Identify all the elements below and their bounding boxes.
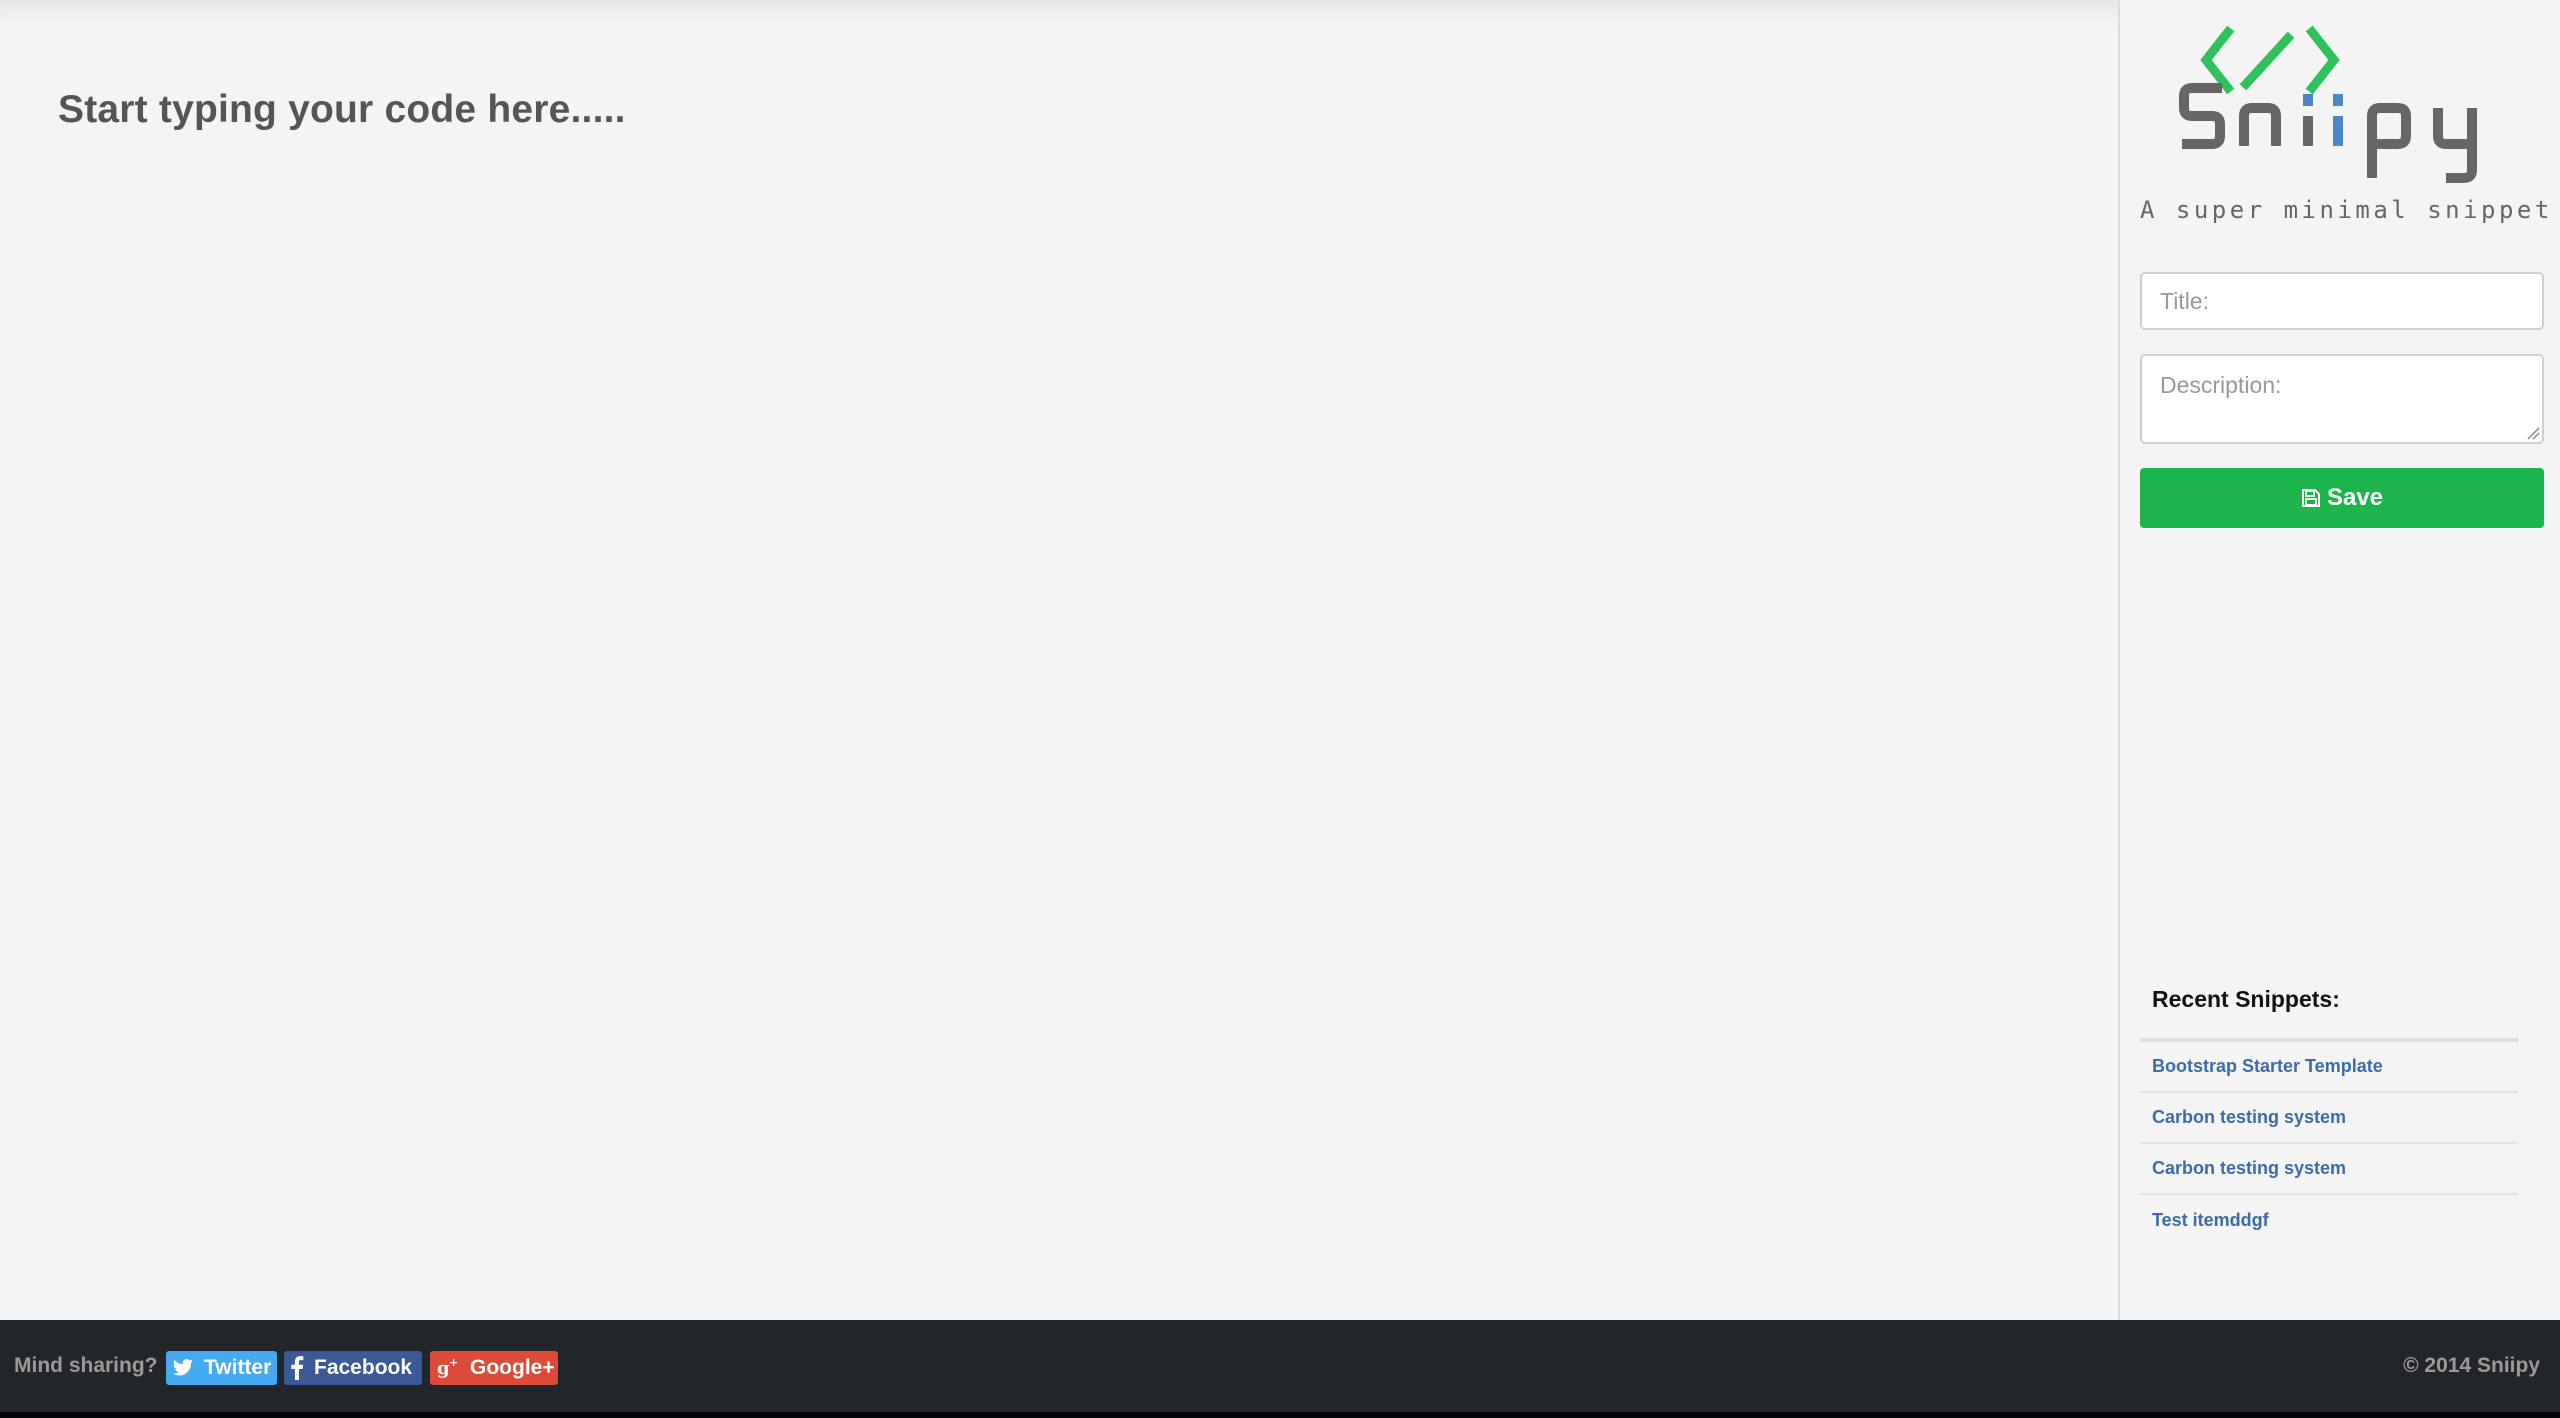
copyright: © 2014 Sniipy [2403, 1354, 2540, 1377]
save-button-label: Save [2326, 484, 2384, 511]
share-prompt: Mind sharing? [14, 1354, 158, 1377]
svg-text:+: + [449, 1356, 458, 1369]
app-root: Start typing your code here..... A super… [0, 0, 2560, 1418]
save-button[interactable]: Save [2140, 468, 2544, 528]
sniipy-logo-graphic [2179, 25, 2477, 183]
list-item: Bootstrap Starter Template [2140, 1042, 2518, 1093]
floppy-disk-icon [2301, 489, 2320, 507]
google-plus-share-button[interactable]: g + Google+ [430, 1351, 558, 1385]
tagline: A super minimal snippet tool [2140, 196, 2560, 224]
title-input[interactable] [2140, 272, 2544, 330]
code-brackets-icon [2200, 25, 2340, 95]
recent-snippets-list: Bootstrap Starter Template Carbon testin… [2140, 1042, 2518, 1246]
google-plus-share-label: Google+ [470, 1356, 555, 1379]
sidebar: A super minimal snippet tool Save Recent… [2118, 0, 2560, 1320]
facebook-f-icon [290, 1356, 304, 1380]
recent-snippet-link[interactable]: Carbon testing system [2152, 1158, 2346, 1179]
recent-snippet-link[interactable]: Test itemddgf [2152, 1210, 2269, 1231]
description-input[interactable] [2140, 354, 2544, 444]
twitter-share-button[interactable]: Twitter [166, 1351, 277, 1385]
facebook-share-label: Facebook [314, 1356, 413, 1379]
recent-snippet-link[interactable]: Carbon testing system [2152, 1107, 2346, 1128]
twitter-bird-icon [172, 1356, 194, 1380]
facebook-share-button[interactable]: Facebook [284, 1351, 422, 1385]
list-item: Carbon testing system [2140, 1144, 2518, 1195]
logo [2120, 20, 2560, 190]
sniipy-wordmark [2179, 83, 2477, 183]
list-item: Carbon testing system [2140, 1093, 2518, 1144]
recent-snippets-heading: Recent Snippets: [2152, 986, 2340, 1012]
recent-snippet-link[interactable]: Bootstrap Starter Template [2152, 1056, 2383, 1077]
footer: Mind sharing? Twitter Facebook g + Googl… [0, 1320, 2560, 1418]
twitter-share-label: Twitter [204, 1356, 272, 1379]
google-plus-icon: g + [436, 1356, 460, 1380]
code-editor[interactable]: Start typing your code here..... [0, 0, 2118, 1320]
editor-placeholder: Start typing your code here..... [58, 88, 626, 131]
list-item: Test itemddgf [2140, 1195, 2518, 1246]
resize-grip-icon[interactable] [2526, 426, 2540, 440]
